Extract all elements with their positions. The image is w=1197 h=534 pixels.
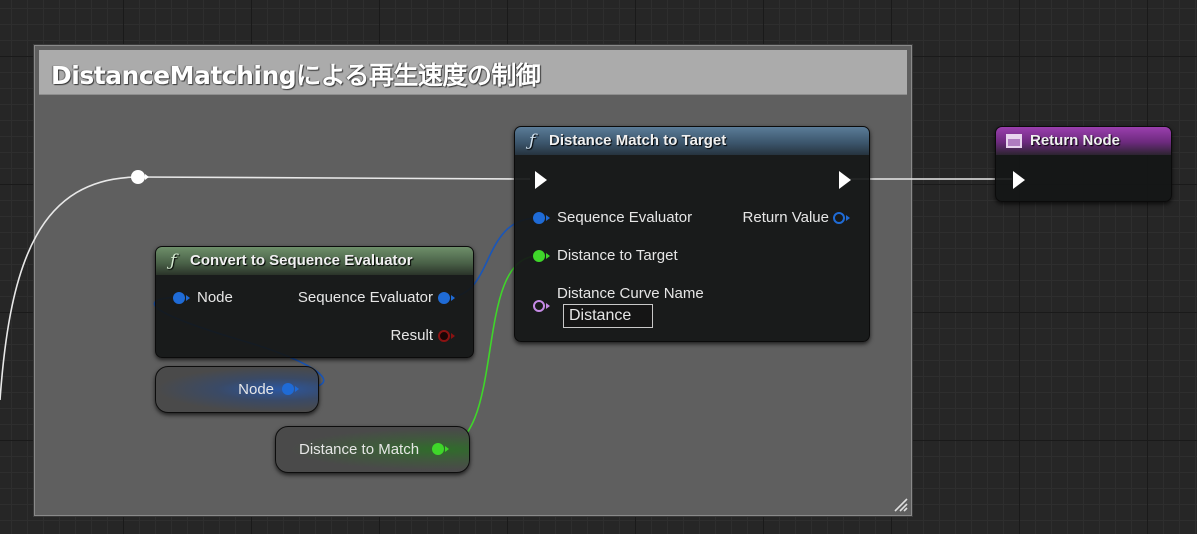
distance-to-target-label: Distance to Target: [557, 247, 678, 264]
sequence-evaluator-input-pin[interactable]: [533, 212, 545, 224]
distance-to-match-output-pin[interactable]: [432, 443, 444, 455]
reroute-knot-icon[interactable]: [131, 170, 145, 184]
sequence-evaluator-input-arrow: [546, 215, 550, 221]
function-icon: ƒ: [529, 131, 536, 151]
distance-to-target-input-pin[interactable]: [533, 250, 545, 262]
sequence-evaluator-output-arrow: [451, 295, 455, 301]
node-variable-output-arrow: [295, 386, 299, 392]
distance-to-match-output-arrow: [445, 446, 449, 452]
distance-to-match-label: Distance to Match: [299, 441, 420, 458]
sequence-evaluator-output-pin[interactable]: [438, 292, 450, 304]
distance-match-title: Distance Match to Target: [549, 132, 727, 149]
distance-match-node[interactable]: ƒ Distance Match to Target Sequence Eval…: [514, 126, 870, 342]
node-input-pin[interactable]: [173, 292, 185, 304]
node-input-label: Node: [197, 289, 233, 306]
convert-title: Convert to Sequence Evaluator: [190, 252, 413, 269]
return-node-icon: [1006, 134, 1022, 148]
return-node-header[interactable]: Return Node: [996, 127, 1171, 155]
exec-out-pin-icon[interactable]: [839, 171, 851, 189]
distance-curve-name-input-arrow: [546, 303, 550, 309]
return-exec-in-pin-icon[interactable]: [1013, 171, 1025, 189]
return-value-label: Return Value: [742, 209, 829, 226]
resize-grip-icon[interactable]: [892, 496, 908, 512]
result-output-pin[interactable]: [438, 330, 450, 342]
convert-sequence-evaluator-node[interactable]: ƒ Convert to Sequence Evaluator Node Seq…: [155, 246, 474, 358]
reroute-knot-arrow: [145, 174, 149, 180]
node-variable-getter[interactable]: Node: [155, 366, 319, 413]
node-variable-output-pin[interactable]: [282, 383, 294, 395]
distance-to-target-input-arrow: [546, 253, 550, 259]
sequence-evaluator-input-label: Sequence Evaluator: [557, 209, 693, 226]
node-variable-label: Node: [238, 381, 274, 398]
distance-to-match-variable-getter[interactable]: Distance to Match: [275, 426, 470, 473]
distance-curve-name-input[interactable]: Distance: [563, 304, 653, 328]
convert-header[interactable]: ƒ Convert to Sequence Evaluator: [156, 247, 473, 275]
distance-curve-name-input-pin[interactable]: [533, 300, 545, 312]
sequence-evaluator-output-label: Sequence Evaluator: [297, 289, 433, 306]
node-input-arrow: [186, 295, 190, 301]
result-output-arrow: [451, 333, 455, 339]
return-node[interactable]: Return Node: [995, 126, 1172, 202]
exec-in-pin-icon[interactable]: [535, 171, 547, 189]
result-output-label: Result: [390, 327, 433, 344]
distance-match-header[interactable]: ƒ Distance Match to Target: [515, 127, 869, 155]
comment-title[interactable]: DistanceMatchingによる再生速度の制御: [51, 56, 541, 92]
return-value-output-pin[interactable]: [833, 212, 845, 224]
function-icon: ƒ: [170, 251, 177, 271]
comment-header[interactable]: DistanceMatchingによる再生速度の制御: [39, 50, 907, 95]
return-node-title: Return Node: [1030, 132, 1120, 149]
return-value-output-arrow: [846, 215, 850, 221]
distance-curve-name-label: Distance Curve Name: [557, 285, 704, 302]
